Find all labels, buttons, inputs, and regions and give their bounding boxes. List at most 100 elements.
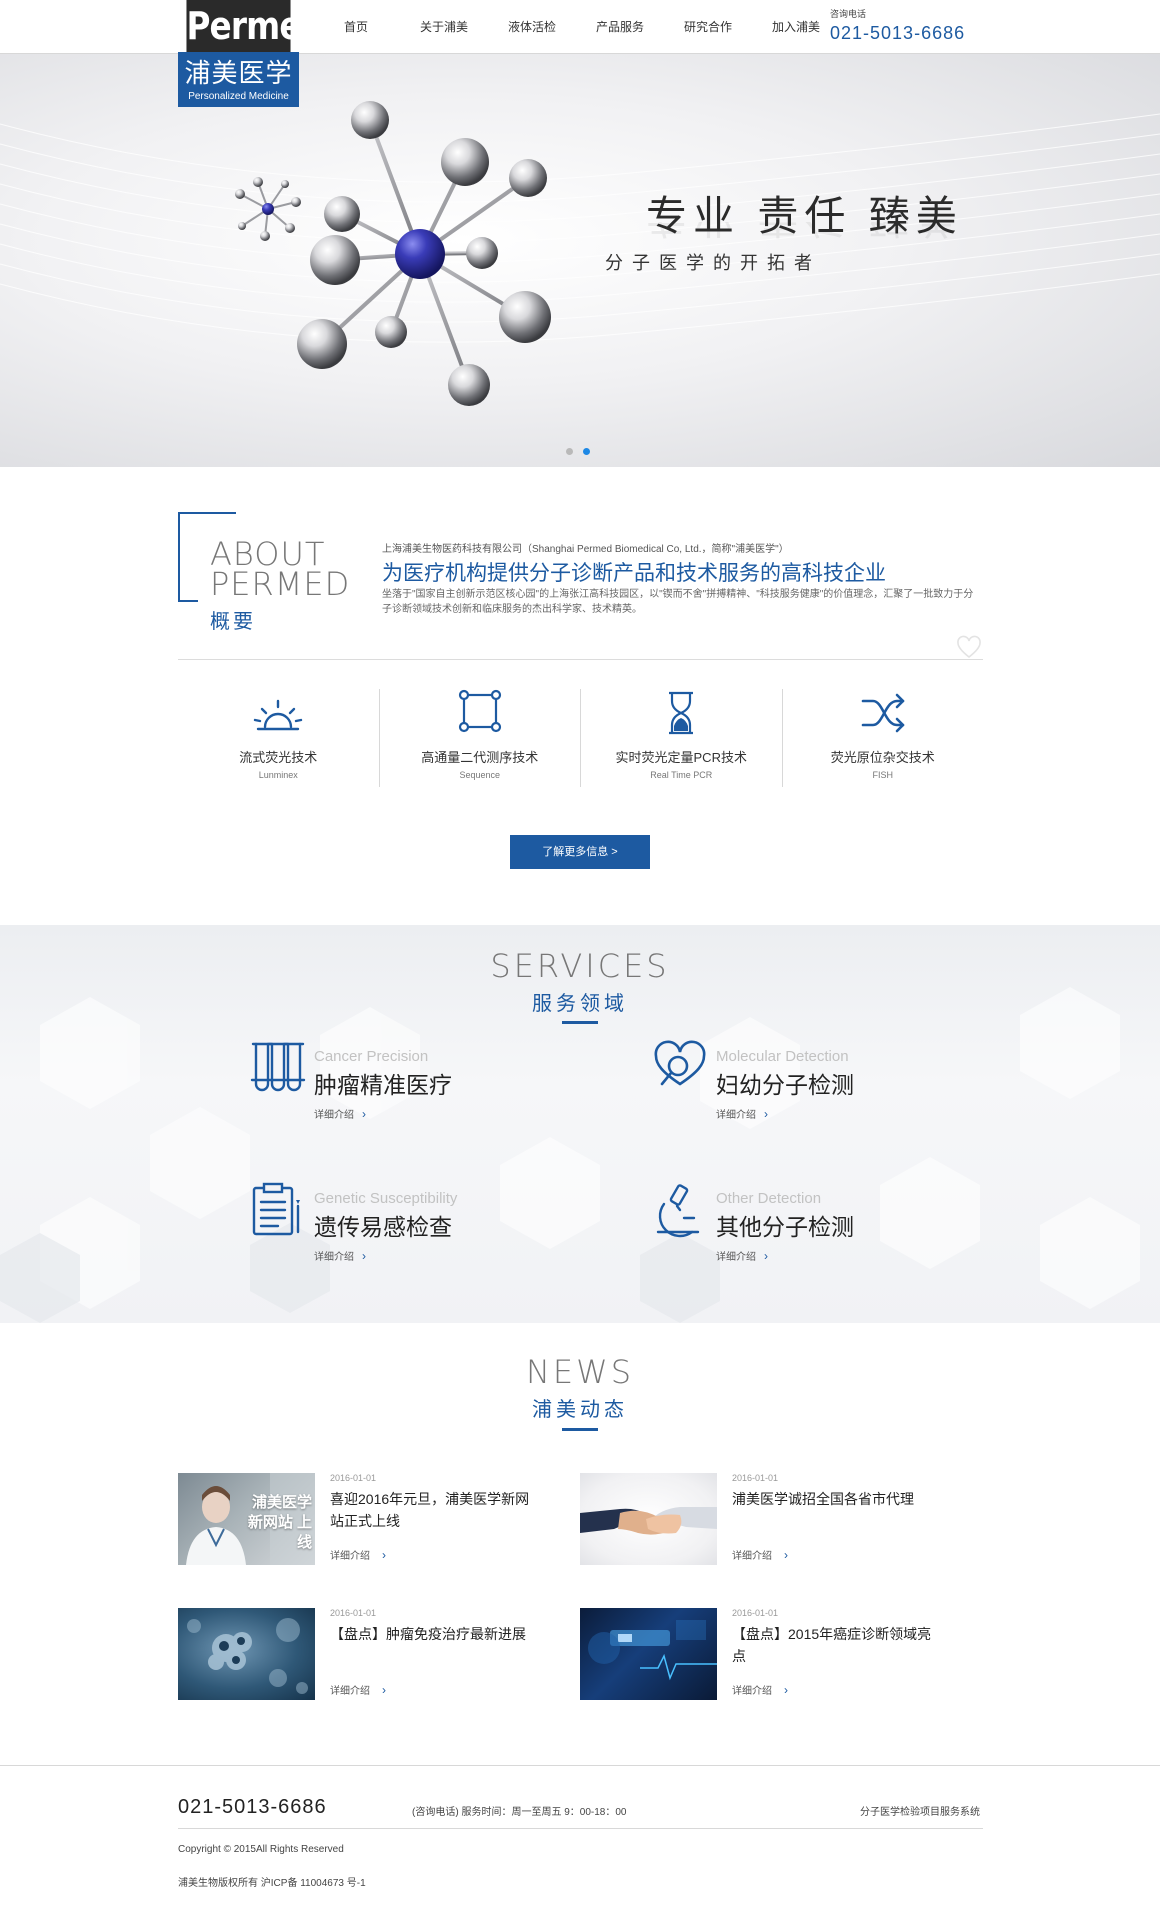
test-tubes-icon	[250, 1042, 306, 1092]
microscope-icon	[656, 1184, 700, 1238]
logo-badge: 浦美医学 Personalized Medicine	[178, 52, 299, 107]
about-section: ABOUT PERMED 概要 上海浦美生物医药科技有限公司（Shanghai …	[0, 467, 1160, 925]
tech-item-cn: 实时荧光定量PCR技术	[615, 750, 747, 765]
footer-service-hours: (咨询电话) 服务时间：周一至周五 9：00-18：00	[412, 1807, 627, 1818]
service-detail-link[interactable]: 详细介绍 ›	[716, 1106, 768, 1121]
about-title: ABOUT PERMED	[210, 538, 350, 600]
tech-item-pcr[interactable]: 实时荧光定量PCR技术 Real Time PCR	[580, 689, 782, 787]
news-date: 2016-01-01	[732, 1608, 779, 1618]
services-section: SERVICES 服务领域 Cancer Precision 肿瘤精准医疗 详细…	[0, 925, 1160, 1323]
news-item[interactable]: 浦美医学 新网站 上线 2016-01-01 喜迎2016年元旦，浦美医学新网站…	[178, 1473, 558, 1567]
tech-item-fish[interactable]: 荧光原位杂交技术 FISH	[781, 689, 984, 787]
site-logo[interactable]: Permed 浦美医学 Personalized Medicine	[178, 0, 324, 107]
hero-title-reflection: 专业 责任 臻美	[646, 222, 963, 252]
tech-item-cn: 荧光原位杂交技术	[830, 750, 935, 765]
news-thumbnail-caption: 浦美医学 新网站 上线	[247, 1494, 312, 1551]
about-description: 坐落于"国家自主创新示范区核心园"的上海张江高科技园区，以"锲而不舍"拼搏精神、…	[382, 589, 974, 615]
technology-list: 流式荧光技术 Lunminex 高通量二代测序技术 Sequence 实时荧光定…	[178, 689, 983, 787]
news-title[interactable]: 浦美医学诚招全国各省市代理	[732, 1488, 932, 1510]
nav-item-about[interactable]: 关于浦美	[400, 0, 488, 54]
news-item[interactable]: 2016-01-01 【盘点】肿瘤免疫治疗最新进展 详细介绍 ›	[178, 1608, 558, 1702]
service-detail-label: 详细介绍	[314, 1110, 354, 1121]
service-cancer-precision[interactable]: Cancer Precision 肿瘤精准医疗 详细介绍 ›	[250, 1040, 530, 1140]
news-detail-label: 详细介绍	[732, 1686, 772, 1697]
chevron-right-icon: ›	[784, 1683, 788, 1697]
news-thumbnail[interactable]	[580, 1473, 717, 1565]
contact-label: 咨询电话	[830, 9, 867, 19]
tech-item-luminex[interactable]: 流式荧光技术 Lunminex	[178, 689, 379, 787]
service-detail-label: 详细介绍	[716, 1110, 756, 1121]
tech-item-en: Sequence	[459, 770, 501, 780]
nav-item-liquid-biopsy[interactable]: 液体活检	[488, 0, 576, 54]
hourglass-icon	[669, 691, 694, 735]
service-genetic-susceptibility[interactable]: Genetic Susceptibility 遗传易感检查 详细介绍 ›	[250, 1182, 530, 1282]
about-company-name: 上海浦美生物医药科技有限公司（Shanghai Permed Biomedica…	[382, 544, 789, 555]
news-section: NEWS 浦美动态 浦美医学 新网站 上线 2016-01-01 喜迎2016年…	[0, 1323, 1160, 1765]
contact-phone[interactable]: 021-5013-6686	[830, 21, 965, 45]
service-detail-link[interactable]: 详细介绍 ›	[314, 1248, 366, 1263]
small-molecule-graphic	[235, 177, 301, 241]
chevron-right-icon: ›	[382, 1548, 386, 1562]
carousel-dots	[566, 448, 590, 455]
news-title[interactable]: 【盘点】2015年癌症诊断领域亮点	[732, 1623, 932, 1667]
site-header: 首页 关于浦美 液体活检 产品服务 研究合作 加入浦美 咨询电话 021-501…	[0, 0, 1160, 54]
footer-divider	[178, 1828, 983, 1829]
service-detail-label: 详细介绍	[314, 1252, 354, 1263]
news-title-en: NEWS	[525, 1353, 635, 1391]
news-title[interactable]: 【盘点】肿瘤免疫治疗最新进展	[330, 1623, 530, 1645]
footer-phone[interactable]: 021-5013-6686	[178, 1796, 327, 1819]
footer-icp[interactable]: 浦美生物版权所有 沪ICP备 11004673 号-1	[178, 1874, 366, 1889]
news-thumbnail[interactable]	[580, 1608, 717, 1700]
tech-item-sequencing[interactable]: 高通量二代测序技术 Sequence	[378, 689, 581, 787]
news-title[interactable]: 喜迎2016年元旦，浦美医学新网站正式上线	[330, 1488, 530, 1532]
nav-item-research[interactable]: 研究合作	[664, 0, 752, 54]
service-en: Other Detection	[716, 1190, 822, 1207]
tech-item-cn: 高通量二代测序技术	[421, 750, 539, 765]
news-date: 2016-01-01	[330, 1473, 377, 1483]
carousel-dot-1[interactable]	[566, 448, 573, 455]
news-detail-label: 详细介绍	[330, 1686, 370, 1697]
news-thumbnail[interactable]	[178, 1608, 315, 1700]
chevron-right-icon: ›	[362, 1249, 366, 1263]
news-item[interactable]: 2016-01-01 【盘点】2015年癌症诊断领域亮点 详细介绍 ›	[580, 1608, 960, 1702]
services-title-cn: 服务领域	[532, 993, 628, 1015]
news-detail-link[interactable]: 详细介绍 ›	[732, 1682, 788, 1697]
sunrise-icon	[254, 699, 303, 731]
news-thumbnail[interactable]: 浦美医学 新网站 上线	[178, 1473, 315, 1565]
service-en: Genetic Susceptibility	[314, 1190, 458, 1207]
service-detail-link[interactable]: 详细介绍 ›	[716, 1248, 768, 1263]
news-detail-link[interactable]: 详细介绍 ›	[330, 1547, 386, 1562]
news-date: 2016-01-01	[732, 1473, 779, 1483]
news-item[interactable]: 2016-01-01 浦美医学诚招全国各省市代理 详细介绍 ›	[580, 1473, 960, 1567]
logo-wordmark: Permed	[186, 0, 324, 52]
chevron-right-icon: ›	[382, 1683, 386, 1697]
about-title-cn: 概要	[210, 611, 256, 633]
service-cn: 其他分子检测	[716, 1214, 854, 1240]
service-cn: 遗传易感检查	[314, 1214, 452, 1240]
nav-item-join[interactable]: 加入浦美	[752, 0, 840, 54]
nav-item-home[interactable]: 首页	[312, 0, 400, 54]
medical-tech-photo-graphic	[588, 1620, 717, 1681]
service-en: Cancer Precision	[314, 1048, 429, 1065]
service-en: Molecular Detection	[716, 1048, 849, 1065]
footer-service-system-link[interactable]: 分子医学检验项目服务系统	[860, 1803, 980, 1818]
footer-copyright: Copyright © 2015All Rights Reserved	[178, 1844, 344, 1855]
heart-magnifier-icon	[654, 1040, 706, 1086]
handshake-photo-graphic	[580, 1507, 717, 1535]
news-title-underline	[562, 1428, 598, 1431]
shuffle-icon	[861, 693, 905, 733]
news-detail-label: 详细介绍	[330, 1551, 370, 1562]
news-detail-link[interactable]: 详细介绍 ›	[330, 1682, 386, 1697]
service-molecular-detection[interactable]: Molecular Detection 妇幼分子检测 详细介绍 ›	[652, 1040, 932, 1140]
chevron-right-icon: ›	[764, 1107, 768, 1121]
about-headline: 为医疗机构提供分子诊断产品和技术服务的高科技企业	[382, 562, 886, 585]
news-detail-label: 详细介绍	[732, 1551, 772, 1562]
news-detail-link[interactable]: 详细介绍 ›	[732, 1547, 788, 1562]
nav-item-products[interactable]: 产品服务	[576, 0, 664, 54]
learn-more-button[interactable]: 了解更多信息 >	[510, 835, 650, 869]
logo-cn: 浦美医学	[184, 58, 293, 88]
service-detail-label: 详细介绍	[716, 1252, 756, 1263]
service-other-detection[interactable]: Other Detection 其他分子检测 详细介绍 ›	[652, 1182, 932, 1282]
carousel-dot-2[interactable]	[583, 448, 590, 455]
service-detail-link[interactable]: 详细介绍 ›	[314, 1106, 366, 1121]
